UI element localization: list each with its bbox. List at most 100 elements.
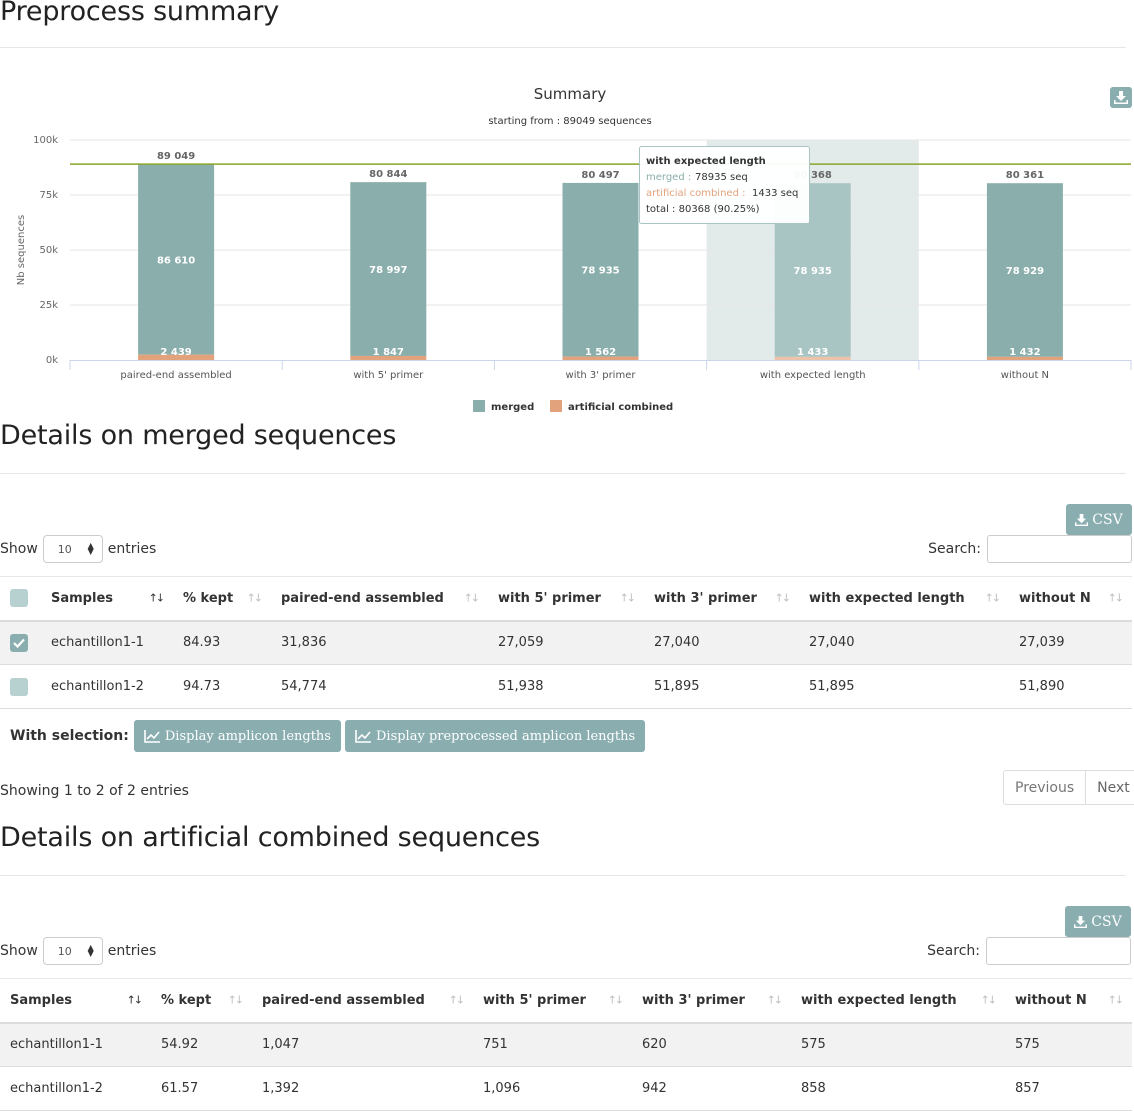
- header-label: with expected length: [801, 992, 957, 1008]
- row-select-cell[interactable]: [0, 620, 41, 665]
- sort-icon: ↑↓: [448, 993, 466, 1007]
- cell: echantillon1-1: [0, 1022, 151, 1067]
- divider: [0, 47, 1126, 48]
- header-kept[interactable]: % kept ↑↓: [173, 576, 271, 622]
- artificial-search-input[interactable]: [986, 937, 1131, 965]
- merged-pagination: Previous Next: [1003, 770, 1134, 805]
- cell: echantillon1-2: [41, 664, 173, 709]
- header-without-n[interactable]: without N ↑↓: [1005, 978, 1132, 1024]
- header-label: Samples: [51, 590, 113, 606]
- divider: [0, 875, 1126, 876]
- search-label: Search:: [928, 541, 981, 557]
- cell: 31,836: [271, 620, 488, 665]
- row-checkbox[interactable]: [10, 677, 28, 696]
- cell: 61.57: [151, 1066, 252, 1111]
- y-axis-label: Nb sequences: [16, 215, 27, 285]
- sort-icon: ↑↓: [227, 993, 245, 1007]
- header-5-primer[interactable]: with 5' primer ↑↓: [488, 576, 644, 622]
- chart-download-button[interactable]: [1110, 87, 1132, 108]
- cell: 51,895: [644, 664, 799, 709]
- cell: 27,040: [799, 620, 1009, 665]
- header-expected-length[interactable]: with expected length ↑↓: [799, 576, 1009, 622]
- cell: 27,040: [644, 620, 799, 665]
- artificial-csv-button[interactable]: CSV: [1065, 906, 1131, 937]
- legend-label-artificial: artificial combined: [568, 402, 673, 413]
- row-select-cell[interactable]: [0, 664, 41, 709]
- download-icon: [1074, 915, 1088, 928]
- cell: 1,096: [473, 1066, 632, 1111]
- sort-asc-icon: ↑↓: [148, 591, 166, 605]
- y-tick-label: 100k: [33, 135, 58, 146]
- select-all-checkbox[interactable]: [10, 589, 28, 608]
- data-label-total: 80 361: [1006, 170, 1044, 181]
- header-without-n[interactable]: without N ↑↓: [1009, 576, 1132, 622]
- sort-icon: ↑↓: [463, 591, 481, 605]
- y-tick-label: 75k: [39, 190, 58, 201]
- y-tick-label: 0k: [46, 355, 58, 366]
- tooltip-total: total : 80368 (90.25%): [646, 204, 760, 215]
- line-chart-icon: [355, 729, 371, 743]
- sort-icon: ↑↓: [766, 993, 784, 1007]
- merged-section-title: Details on merged sequences: [0, 420, 397, 451]
- chart-subtitle: starting from : 89049 sequences: [488, 116, 651, 127]
- data-label-artificial: 1 433: [797, 347, 828, 358]
- data-label-total: 80 497: [581, 170, 619, 181]
- sort-icon: ↑↓: [607, 993, 625, 1007]
- cell: 751: [473, 1022, 632, 1067]
- merged-search-input[interactable]: [987, 535, 1132, 563]
- table-row[interactable]: echantillon1-1 84.93 31,836 27,059 27,04…: [0, 620, 1132, 665]
- header-3-primer[interactable]: with 3' primer ↑↓: [644, 576, 799, 622]
- cell: 27,059: [488, 620, 644, 665]
- data-label-merged: 78 997: [369, 265, 407, 276]
- button-label: Display preprocessed amplicon lengths: [375, 728, 636, 744]
- display-amplicon-lengths-button[interactable]: Display amplicon lengths: [133, 720, 341, 752]
- summary-chart: Summary starting from : 89049 sequences 0k…: [16, 85, 1132, 413]
- table-header-row: Samples ↑↓ % kept ↑↓ paired-end assembled ↑…: [0, 576, 1132, 622]
- table-row: echantillon1-2 61.57 1,392 1,096 942 858…: [0, 1066, 1132, 1111]
- header-expected-length[interactable]: with expected length ↑↓: [791, 978, 1005, 1024]
- select-value: 10: [57, 542, 72, 556]
- search-label: Search:: [927, 943, 980, 959]
- artificial-entries-select[interactable]: 10 ▲ ▼: [42, 937, 103, 965]
- select-all-header[interactable]: [0, 576, 41, 622]
- tooltip-artificial-value: 1433 seq: [752, 188, 798, 199]
- with-selection-bar: With selection: Display amplicon lengths…: [10, 720, 646, 752]
- cell: 857: [1005, 1066, 1132, 1111]
- show-label: Show: [0, 943, 38, 959]
- merged-csv-button[interactable]: CSV: [1066, 504, 1132, 535]
- sort-asc-icon: ↑↓: [126, 993, 144, 1007]
- csv-label: CSV: [1091, 913, 1122, 930]
- sort-icon: ↑↓: [774, 591, 792, 605]
- display-preprocessed-amplicon-lengths-button[interactable]: Display preprocessed amplicon lengths: [344, 720, 646, 752]
- data-label-merged: 86 610: [157, 255, 195, 266]
- cell: 84.93: [173, 620, 271, 665]
- table-header-row: Samples ↑↓ % kept ↑↓ paired-end assembled ↑…: [0, 978, 1132, 1024]
- header-label: paired-end assembled: [262, 992, 425, 1008]
- merged-length-control: Show 10 ▲ ▼ entries: [0, 535, 156, 563]
- button-label: Display amplicon lengths: [164, 728, 331, 744]
- cell: 51,890: [1009, 664, 1132, 709]
- header-3-primer[interactable]: with 3' primer ↑↓: [632, 978, 791, 1024]
- tooltip-title: with expected length: [646, 156, 766, 167]
- row-checkbox-checked[interactable]: [10, 633, 28, 652]
- header-samples[interactable]: Samples ↑↓: [41, 576, 173, 622]
- table-row[interactable]: echantillon1-2 94.73 54,774 51,938 51,89…: [0, 664, 1132, 709]
- cell: 54,774: [271, 664, 488, 709]
- divider: [0, 473, 1126, 474]
- cell: 575: [1005, 1022, 1132, 1067]
- cell: 94.73: [173, 664, 271, 709]
- x-tick-label: with 5' primer: [353, 370, 424, 381]
- chart-title: Summary: [534, 85, 607, 103]
- artificial-section-title: Details on artificial combined sequences: [0, 822, 541, 853]
- header-label: % kept: [183, 590, 234, 606]
- header-samples[interactable]: Samples ↑↓: [0, 978, 151, 1024]
- header-paired-end[interactable]: paired-end assembled ↑↓: [252, 978, 473, 1024]
- header-kept[interactable]: % kept ↑↓: [151, 978, 252, 1024]
- artificial-length-control: Show 10 ▲ ▼ entries: [0, 937, 156, 965]
- header-5-primer[interactable]: with 5' primer ↑↓: [473, 978, 632, 1024]
- next-button[interactable]: Next: [1085, 771, 1134, 804]
- merged-entries-select[interactable]: 10 ▲ ▼: [42, 535, 103, 563]
- previous-button[interactable]: Previous: [1004, 771, 1085, 804]
- header-paired-end[interactable]: paired-end assembled ↑↓: [271, 576, 488, 622]
- header-label: with 5' primer: [483, 992, 586, 1008]
